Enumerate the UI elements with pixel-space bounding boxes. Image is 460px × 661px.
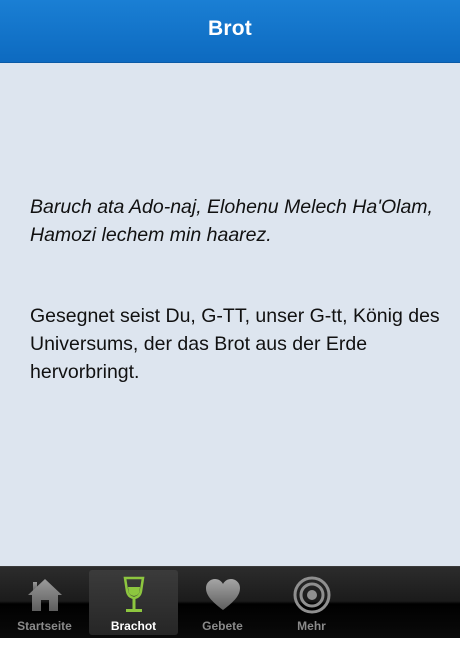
home-icon [27,579,62,611]
page-title: Brot [208,17,252,40]
tab-label-startseite: Startseite [17,619,72,633]
target-icon [293,576,330,614]
hebrew-blessing-text: Baruch ata Ado-naj, Elohenu Melech Ha'Ol… [30,196,433,246]
tab-label-gebete: Gebete [202,619,243,633]
tab-startseite[interactable]: Startseite [0,567,89,638]
tab-mehr[interactable]: Mehr [267,567,356,638]
tab-label-mehr: Mehr [297,619,326,633]
tab-gebete[interactable]: Gebete [178,567,267,638]
goblet-icon [123,576,144,612]
content-area: Baruch ata Ado-naj, Elohenu Melech Ha'Ol… [0,63,460,566]
app-window: Brot Baruch ata Ado-naj, Elohenu Melech … [0,0,460,661]
tab-bar: Startseite Brachot Gebete Mehr [0,566,460,638]
heart-icon [205,579,240,610]
bottom-strip [0,638,460,661]
tab-brachot[interactable]: Brachot [89,570,178,635]
header-bar: Brot [0,0,460,63]
tab-label-brachot: Brachot [110,619,157,633]
german-translation-text: Gesegnet seist Du, G-TT, unser G-tt, Kön… [30,305,440,383]
